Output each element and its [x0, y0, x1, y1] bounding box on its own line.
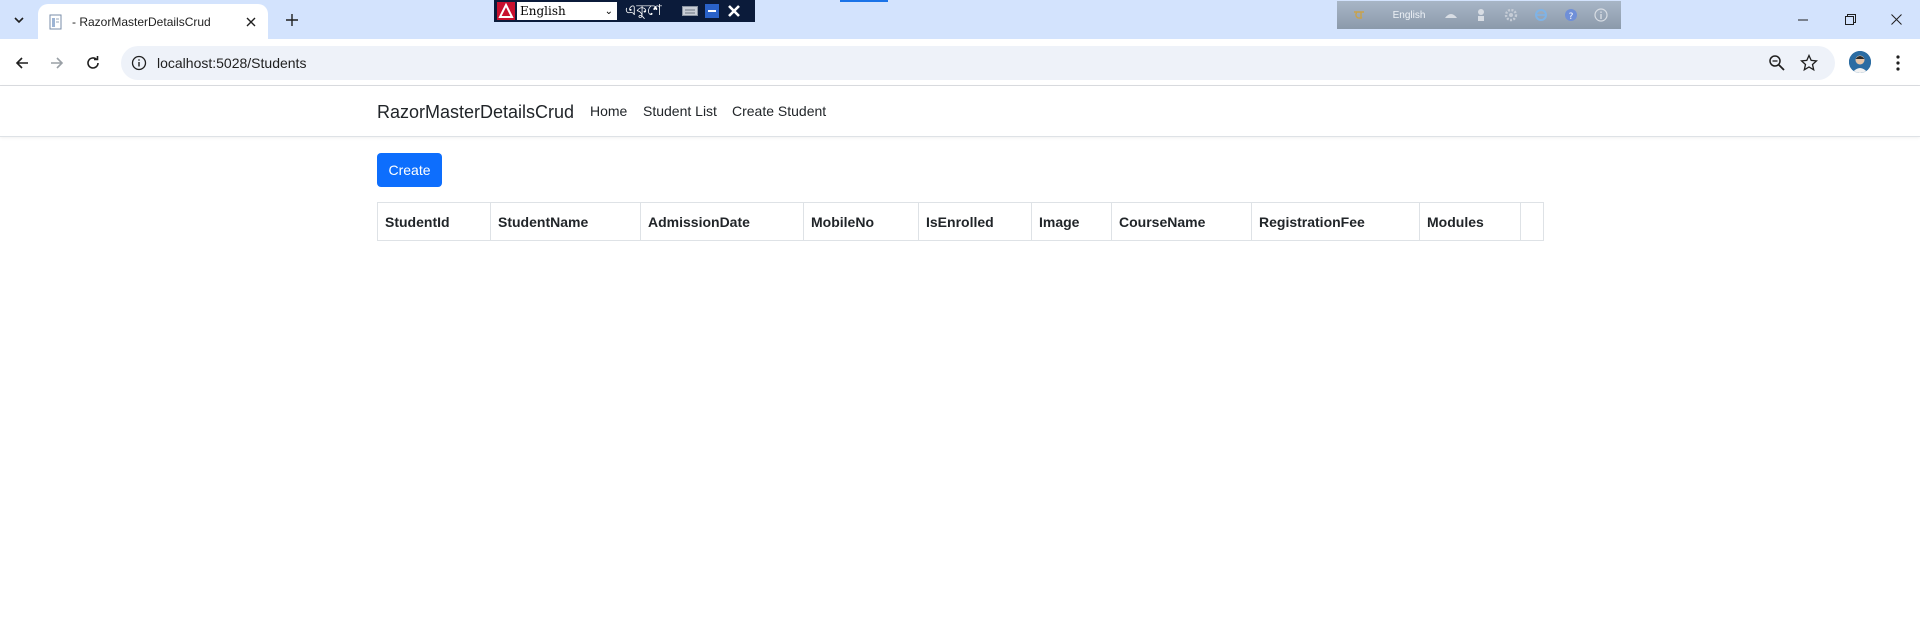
column-header-registrationfee: RegistrationFee [1251, 202, 1420, 241]
site-navbar: RazorMasterDetailsCrud Home Student List… [0, 86, 1920, 137]
nav-link-student-list[interactable]: Student List [643, 103, 717, 119]
minimize-ime-icon[interactable] [703, 3, 721, 19]
tab-search-button[interactable] [6, 8, 32, 32]
close-icon [1890, 14, 1902, 25]
ime-language-select[interactable]: English ⌄ [517, 2, 617, 20]
keyboard-icon[interactable] [681, 3, 699, 19]
create-button[interactable]: Create [377, 153, 442, 187]
address-bar[interactable]: localhost:5028/Students [121, 46, 1835, 80]
tab-title: - RazorMasterDetailsCrud [72, 14, 211, 29]
close-tab-icon[interactable] [242, 13, 260, 31]
page-favicon-icon [48, 14, 64, 30]
bangla-script-icon[interactable] [1351, 7, 1367, 23]
browser-menu-button[interactable] [1888, 51, 1908, 75]
close-ime-icon[interactable] [725, 3, 743, 19]
ime-language-value: English [520, 4, 566, 18]
column-header-studentid: StudentId [377, 202, 491, 241]
url-text[interactable]: localhost:5028/Students [157, 55, 306, 71]
column-header-admissiondate: AdmissionDate [640, 202, 804, 241]
more-vertical-icon [1896, 55, 1900, 71]
nav-link-create-student[interactable]: Create Student [732, 103, 826, 119]
ime-toolbar: English ⌄ একুশে [494, 0, 755, 22]
ime-bangla-label: একুশে [625, 1, 662, 19]
accent-line [840, 0, 888, 2]
reload-button[interactable] [80, 50, 106, 76]
plus-icon [286, 14, 298, 26]
chevron-down-icon [14, 17, 24, 24]
back-button[interactable] [9, 50, 35, 76]
ime-bar-language[interactable]: English [1389, 10, 1429, 21]
zoom-out-icon[interactable] [1768, 54, 1786, 72]
arrow-left-icon [15, 57, 28, 69]
svg-text:?: ? [1569, 12, 1574, 22]
info-icon[interactable] [1593, 7, 1609, 23]
hat-icon[interactable] [1443, 7, 1459, 23]
browser-toolbar: localhost:5028/Students [0, 39, 1920, 86]
students-table: StudentId StudentName AdmissionDate Mobi… [377, 202, 1544, 241]
arrow-right-icon [51, 57, 64, 69]
ime-language-bar: English ? [1337, 1, 1621, 29]
chevron-down-icon: ⌄ [604, 5, 613, 17]
column-header-image: Image [1031, 202, 1112, 241]
column-header-isenrolled: IsEnrolled [918, 202, 1032, 241]
ime-logo-icon [497, 2, 515, 20]
pawn-icon[interactable] [1473, 7, 1489, 23]
bookmark-star-icon[interactable] [1800, 54, 1818, 72]
minimize-icon [1798, 19, 1808, 20]
settings-gear-icon[interactable] [1503, 7, 1519, 23]
column-header-coursename: CourseName [1111, 202, 1252, 241]
column-header-mobileno: MobileNo [803, 202, 919, 241]
browser-tab-strip: - RazorMasterDetailsCrud English ⌄ একুশে [0, 0, 1920, 39]
minimize-window-button[interactable] [1780, 0, 1826, 39]
column-header-actions [1520, 202, 1544, 241]
profile-avatar[interactable] [1849, 51, 1871, 73]
help-icon[interactable]: ? [1563, 7, 1579, 23]
nav-link-home[interactable]: Home [590, 103, 627, 119]
internet-explorer-icon[interactable] [1533, 7, 1549, 23]
close-window-button[interactable] [1873, 0, 1919, 39]
column-header-modules: Modules [1419, 202, 1521, 241]
column-header-studentname: StudentName [490, 202, 641, 241]
site-brand[interactable]: RazorMasterDetailsCrud [377, 102, 574, 123]
reload-icon [87, 56, 99, 69]
restore-window-button[interactable] [1827, 0, 1873, 39]
table-header-row: StudentId StudentName AdmissionDate Mobi… [377, 202, 1544, 241]
forward-button[interactable] [44, 50, 70, 76]
browser-tab[interactable]: - RazorMasterDetailsCrud [38, 4, 268, 39]
restore-icon [1844, 14, 1856, 25]
new-tab-button[interactable] [281, 9, 303, 31]
site-info-icon[interactable] [131, 55, 147, 71]
